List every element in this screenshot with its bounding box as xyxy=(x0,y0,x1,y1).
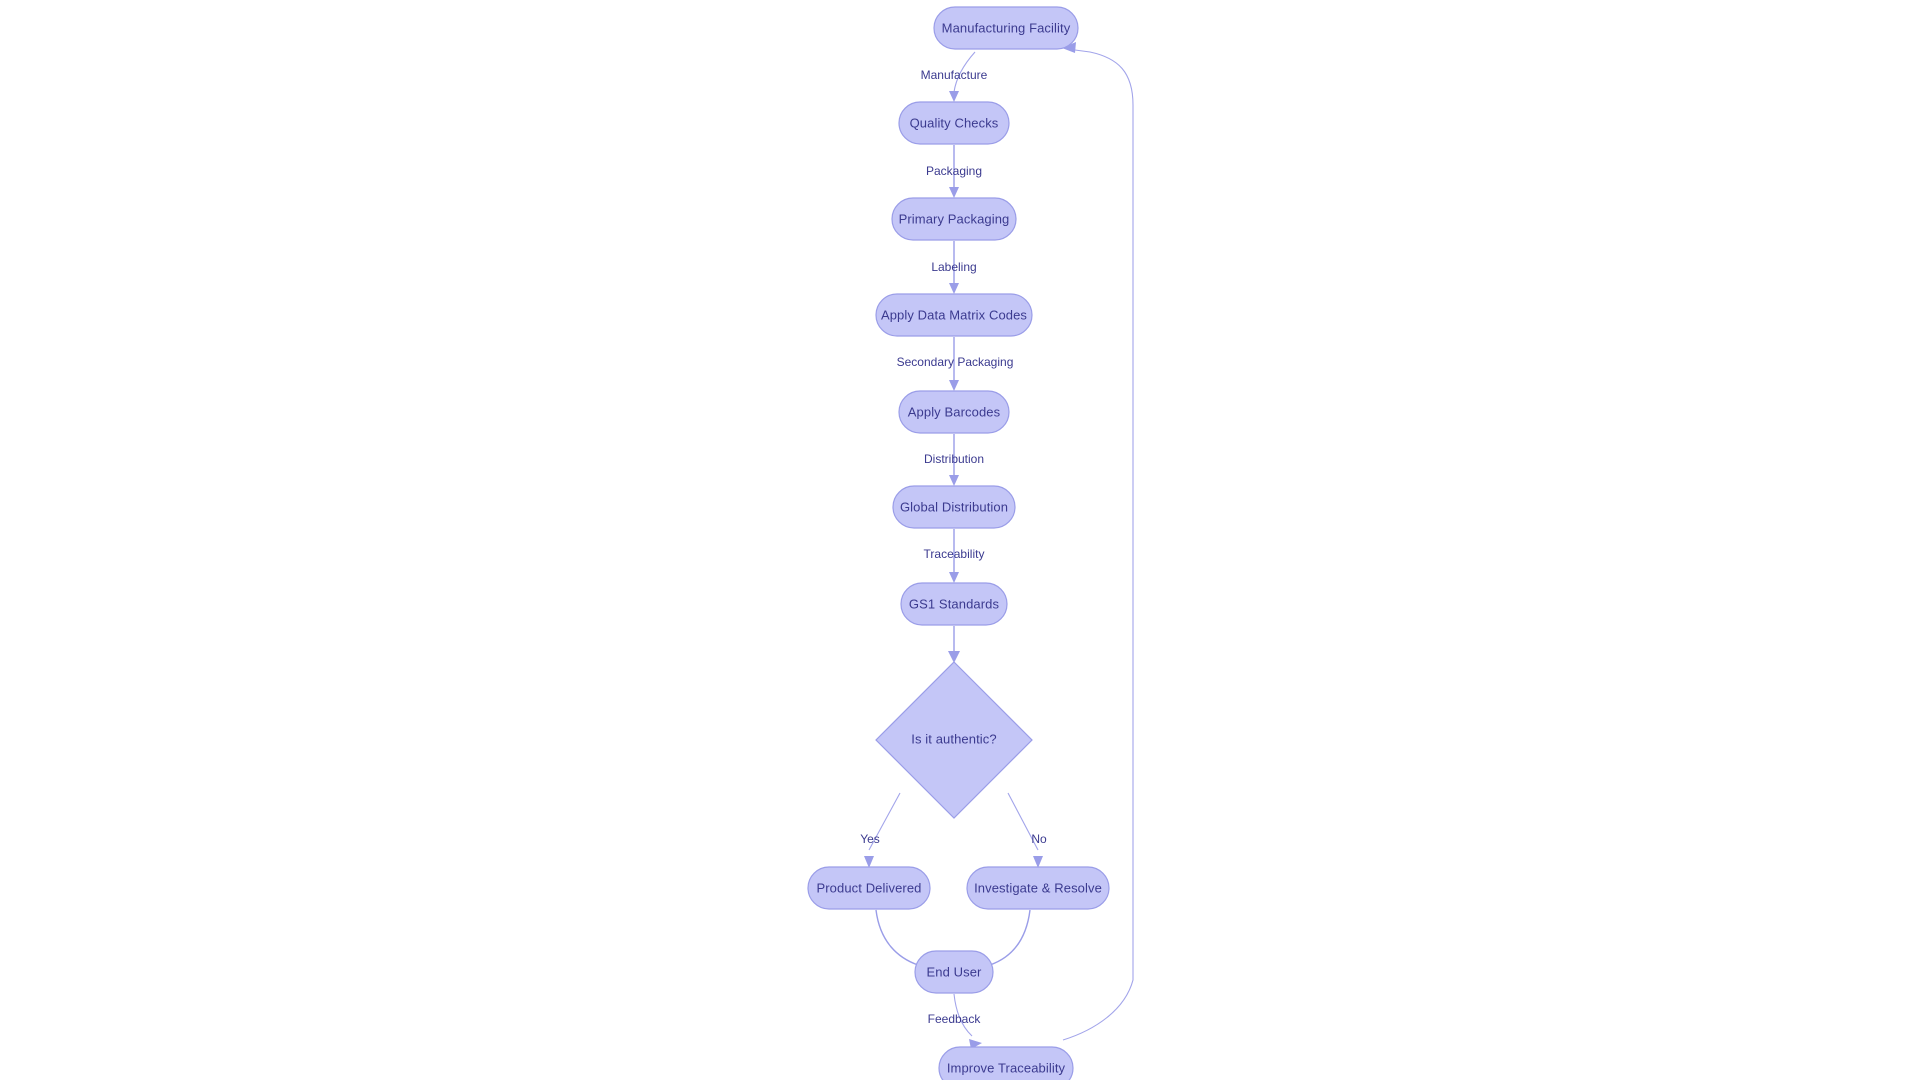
node-label: Apply Data Matrix Codes xyxy=(881,307,1027,322)
arrow-head-icon xyxy=(949,380,959,391)
edge-label-no: No xyxy=(1031,832,1047,846)
node-apply-data-matrix-codes[interactable]: Apply Data Matrix Codes xyxy=(875,293,1033,337)
node-improve-traceability[interactable]: Improve Traceability xyxy=(938,1046,1074,1080)
edge-label-secondary-packaging: Secondary Packaging xyxy=(897,355,1014,369)
edge-label-distribution: Distribution xyxy=(924,452,984,466)
node-gs1-standards[interactable]: GS1 Standards xyxy=(900,582,1008,626)
node-label: Investigate & Resolve xyxy=(974,880,1102,895)
edge-label-traceability: Traceability xyxy=(924,547,985,561)
node-label: Product Delivered xyxy=(816,880,921,895)
node-label: Improve Traceability xyxy=(947,1060,1066,1075)
arrow-head-icon xyxy=(949,187,959,198)
node-label: Is it authentic? xyxy=(911,731,996,746)
edge-label-manufacture: Manufacture xyxy=(921,68,988,82)
arrow-head-icon xyxy=(949,475,959,486)
arrow-head-icon xyxy=(949,91,959,102)
edge-label-labeling: Labeling xyxy=(931,260,976,274)
node-investigate-resolve[interactable]: Investigate & Resolve xyxy=(966,866,1110,910)
edge-label-feedback: Feedback xyxy=(928,1012,982,1026)
arrow-head-icon xyxy=(1033,856,1043,868)
flowchart-svg: Manufacture Packaging Labeling Secondary… xyxy=(807,6,1134,1080)
flowchart-canvas: Manufacture Packaging Labeling Secondary… xyxy=(0,0,1920,1080)
edge-label-yes: Yes xyxy=(860,832,880,846)
arrow-head-icon xyxy=(864,856,874,868)
node-manufacturing-facility[interactable]: Manufacturing Facility xyxy=(933,6,1079,50)
node-label: Global Distribution xyxy=(900,499,1008,514)
node-global-distribution[interactable]: Global Distribution xyxy=(892,485,1016,529)
node-label: End User xyxy=(927,964,983,979)
node-label: Primary Packaging xyxy=(899,211,1010,226)
edge-gs1-to-decision xyxy=(948,626,960,663)
node-end-user[interactable]: End User xyxy=(914,950,994,994)
node-product-delivered[interactable]: Product Delivered xyxy=(807,866,931,910)
node-label: Apply Barcodes xyxy=(908,404,1001,419)
node-label: Manufacturing Facility xyxy=(942,20,1071,35)
node-quality-checks[interactable]: Quality Checks xyxy=(898,101,1010,145)
node-primary-packaging[interactable]: Primary Packaging xyxy=(891,197,1017,241)
arrow-head-icon xyxy=(949,572,959,583)
edge-path xyxy=(875,909,919,966)
edge-path xyxy=(989,909,1031,966)
arrow-head-icon xyxy=(949,283,959,294)
edge-no xyxy=(1007,792,1043,868)
node-label: GS1 Standards xyxy=(909,596,1000,611)
node-apply-barcodes[interactable]: Apply Barcodes xyxy=(898,390,1010,434)
edge-label-packaging: Packaging xyxy=(926,164,982,178)
edge-yes xyxy=(864,792,901,868)
node-label: Quality Checks xyxy=(910,115,999,130)
